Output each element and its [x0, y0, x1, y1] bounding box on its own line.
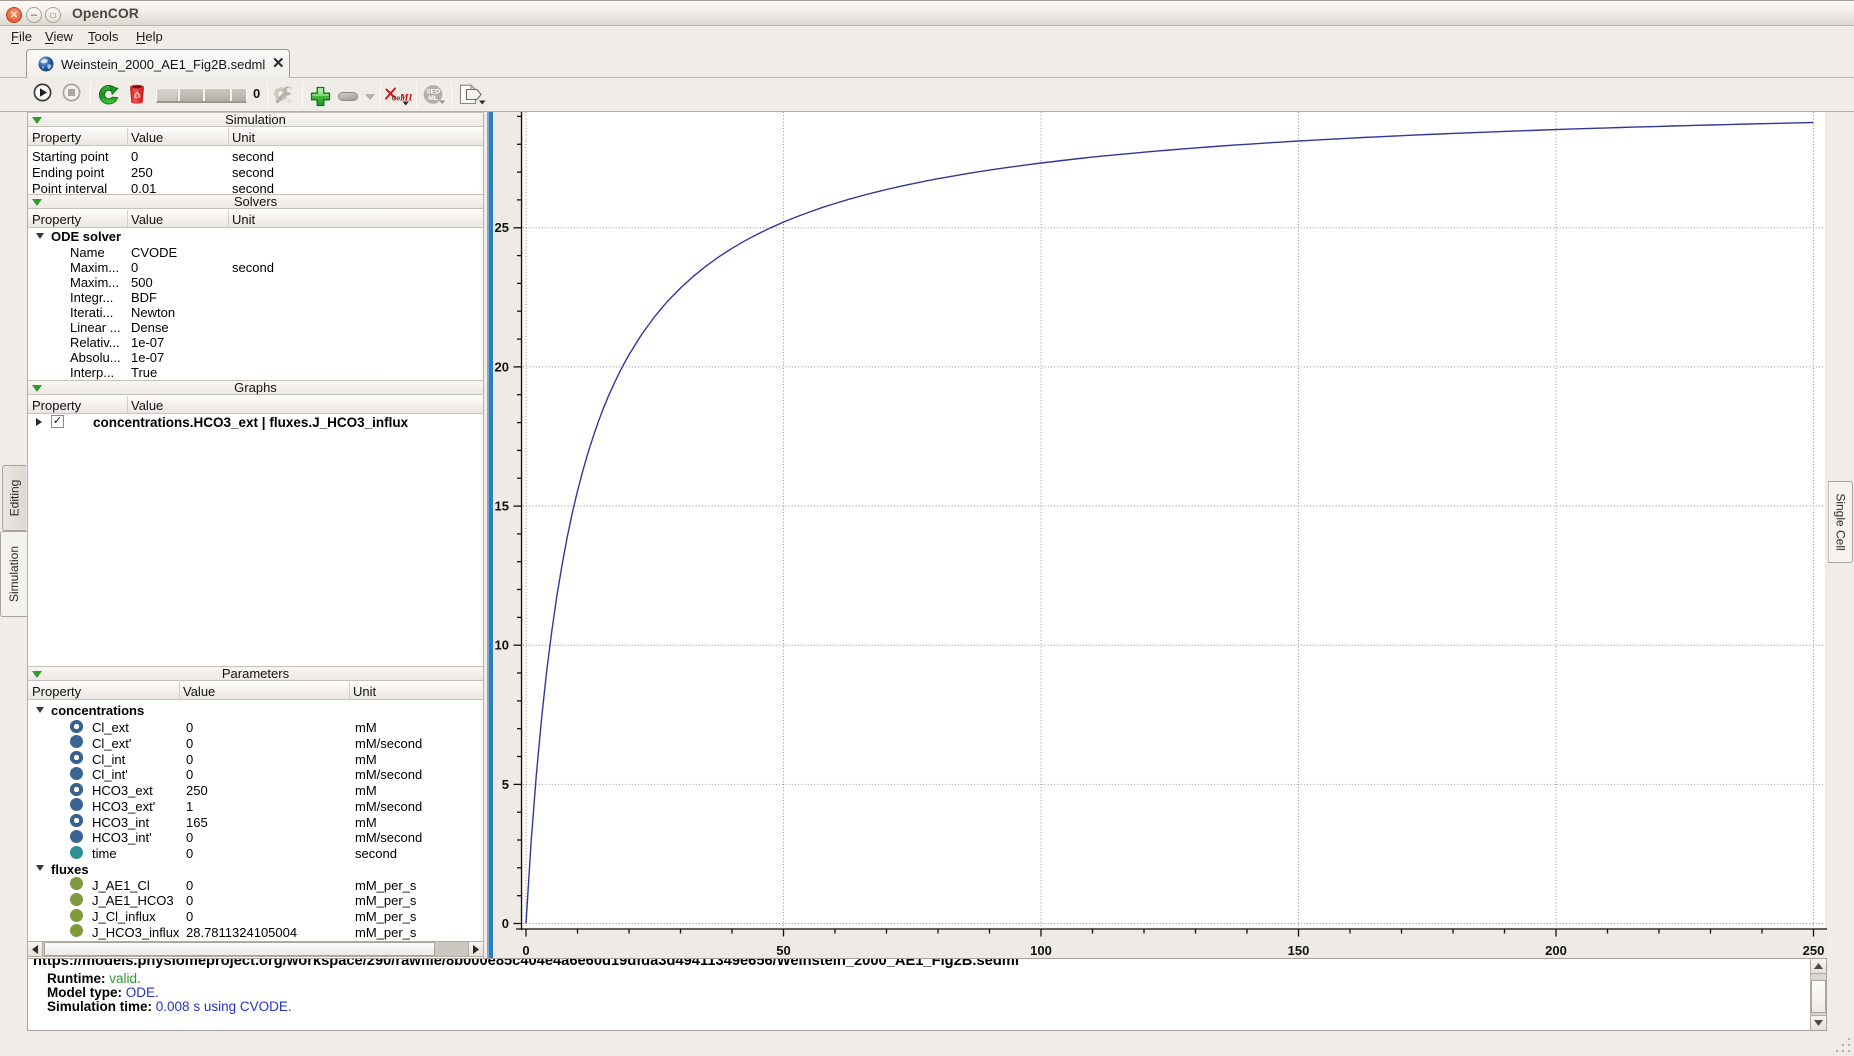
svg-text:25: 25 [495, 220, 509, 235]
svg-text:15: 15 [495, 499, 509, 514]
svg-text:250: 250 [1803, 943, 1825, 958]
svg-text:50: 50 [776, 943, 790, 958]
svg-text:100: 100 [1030, 943, 1052, 958]
svg-text:5: 5 [502, 777, 509, 792]
svg-text:200: 200 [1545, 943, 1567, 958]
svg-text:0: 0 [502, 916, 509, 931]
svg-text:ML: ML [428, 95, 438, 102]
svg-text:10: 10 [495, 638, 509, 653]
svg-text:150: 150 [1288, 943, 1310, 958]
svg-text:0: 0 [522, 943, 529, 958]
svg-text:20: 20 [495, 359, 509, 374]
